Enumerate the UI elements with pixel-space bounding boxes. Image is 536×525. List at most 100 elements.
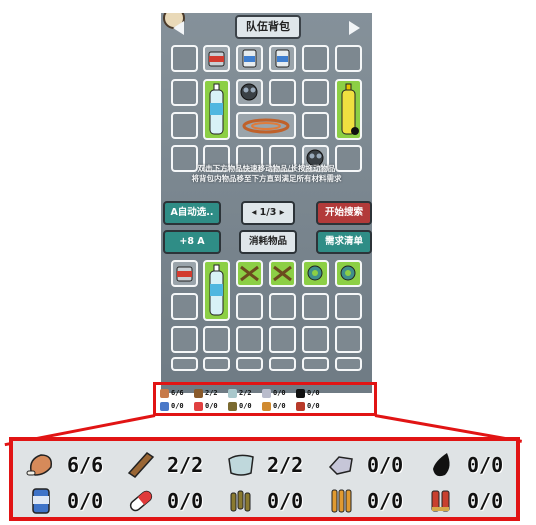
- pill-icon: [129, 490, 153, 512]
- water-bottle-icon: [209, 83, 224, 135]
- ammo-icon: [262, 401, 271, 411]
- backpack-slot[interactable]: [335, 45, 362, 72]
- consumable-slot[interactable]: [335, 293, 362, 320]
- ammo-icon: [331, 489, 352, 513]
- requirement-count: 6/6: [171, 389, 184, 397]
- consumable-slot[interactable]: [171, 293, 198, 320]
- requirement-item: 0/0: [325, 449, 421, 481]
- requirement-item: 0/0: [425, 449, 521, 481]
- cloth-icon: [228, 454, 254, 476]
- requirement-count: 2/2: [239, 389, 252, 397]
- requirement-count: 0/0: [205, 402, 218, 410]
- backpack-slot[interactable]: [171, 112, 198, 139]
- requirement-item: 0/0: [225, 485, 321, 517]
- backpack-slot-water-bottle[interactable]: [203, 79, 230, 140]
- branches-icon: [240, 265, 259, 282]
- consumable-slot[interactable]: [171, 326, 198, 353]
- instruction-line: 将背包内物品移至下方直到满足所有材料需求: [191, 174, 342, 183]
- requirement-count: 0/0: [273, 402, 286, 410]
- consumable-slot[interactable]: [302, 357, 329, 371]
- cloth-icon: [228, 388, 237, 398]
- requirement-count: 0/0: [267, 489, 304, 513]
- jar-icon: [242, 49, 257, 68]
- previous-page-arrow-icon[interactable]: [173, 21, 184, 35]
- consumable-slot-water-bottle[interactable]: [203, 260, 230, 321]
- canned-food-icon: [32, 488, 50, 514]
- requirement-count: 0/0: [367, 453, 404, 477]
- consumable-slot-tape[interactable]: [302, 260, 329, 287]
- consumable-slot-canned-food[interactable]: [171, 260, 198, 287]
- bullets-icon: [230, 490, 251, 512]
- requirement-item: 0/0: [125, 485, 221, 517]
- requirement-item: 2/2: [125, 449, 221, 481]
- backpack-slot[interactable]: [171, 79, 198, 106]
- consumable-slot[interactable]: [203, 357, 230, 371]
- backpack-slot-oil-bottle[interactable]: [335, 79, 362, 140]
- requirement-item: 0/0: [425, 485, 521, 517]
- requirements-row: 6/6 2/2 2/2 0/0 0/0: [25, 447, 525, 483]
- backpack-slot[interactable]: [302, 79, 329, 106]
- oil-bottle-icon: [341, 83, 359, 135]
- mini-requirements-row: 6/6 2/2 2/2 0/0 0/0: [160, 387, 330, 399]
- consumable-slot[interactable]: [302, 326, 329, 353]
- backpack-slot-jar[interactable]: [269, 45, 296, 72]
- consumable-slot[interactable]: [302, 293, 329, 320]
- wood-plank-icon: [194, 388, 203, 398]
- backpack-slot-rope[interactable]: [236, 112, 296, 139]
- requirement-count: 2/2: [267, 453, 304, 477]
- wood-plank-icon: [127, 452, 155, 478]
- canned-food-icon: [160, 401, 169, 411]
- consumable-slot[interactable]: [236, 357, 263, 371]
- consumable-slot[interactable]: [236, 326, 263, 353]
- stone-icon: [262, 388, 271, 398]
- consumable-slot-tape[interactable]: [335, 260, 362, 287]
- water-bottle-icon: [209, 264, 224, 316]
- requirements-highlight-small: 6/6 2/2 2/2 0/0 0/0 0/0 0/0 0/0 0/0 0/0: [153, 382, 377, 416]
- consumable-slot[interactable]: [236, 293, 263, 320]
- video-bonus-button[interactable]: +8 A: [163, 230, 221, 254]
- consumable-slot-branches[interactable]: [269, 260, 296, 287]
- requirement-item: 0/0: [325, 485, 421, 517]
- backpack-slot[interactable]: [302, 45, 329, 72]
- backpack-slot[interactable]: [269, 79, 296, 106]
- requirement-count: 0/0: [171, 402, 184, 410]
- canned-food-icon: [208, 51, 225, 67]
- backpack-slot[interactable]: [171, 45, 198, 72]
- consumables-label: 消耗物品: [239, 230, 297, 254]
- next-page-arrow-icon[interactable]: [349, 21, 360, 35]
- meat-icon: [26, 454, 53, 476]
- requirement-count: 0/0: [67, 489, 104, 513]
- consumable-slot[interactable]: [269, 326, 296, 353]
- oil-drop-icon: [433, 453, 450, 477]
- tape-icon: [307, 265, 323, 281]
- backpack-slot-gas-mask[interactable]: [236, 79, 263, 106]
- oil-drop-icon: [296, 388, 305, 398]
- auto-select-button[interactable]: A自动选..: [163, 201, 221, 225]
- requirements-row: 0/0 0/0 0/0 0/0 0/0: [25, 483, 525, 519]
- consumable-slot[interactable]: [335, 357, 362, 371]
- instruction-line: 双击下方物品快速移动物品/长按拖动物品: [197, 164, 336, 173]
- requirement-count: 0/0: [367, 489, 404, 513]
- start-search-button[interactable]: 开始搜索: [316, 201, 372, 225]
- requirements-zoom-box: 6/6 2/2 2/2 0/0 0/0 0/0 0/0 0/0 0/0 0/0: [9, 437, 520, 521]
- demand-list-button[interactable]: 需求清单: [316, 230, 372, 254]
- jar-icon: [275, 49, 290, 68]
- requirement-count: 6/6: [67, 453, 104, 477]
- consumable-slot[interactable]: [269, 293, 296, 320]
- mini-requirements-row: 0/0 0/0 0/0 0/0 0/0: [160, 400, 330, 412]
- backpack-slot-jar[interactable]: [236, 45, 263, 72]
- backpack-slot-canned-food[interactable]: [203, 45, 230, 72]
- consumable-slot[interactable]: [269, 357, 296, 371]
- backpack-slot[interactable]: [302, 112, 329, 139]
- page-indicator[interactable]: ◂ 1/3 ▸: [241, 201, 295, 225]
- requirement-count: 0/0: [273, 389, 286, 397]
- requirement-count: 0/0: [239, 402, 252, 410]
- requirement-count: 0/0: [467, 489, 504, 513]
- pill-icon: [194, 401, 203, 411]
- consumable-slot-branches[interactable]: [236, 260, 263, 287]
- requirement-item: 6/6: [25, 449, 121, 481]
- consumable-slot[interactable]: [335, 326, 362, 353]
- consumable-slot[interactable]: [171, 357, 198, 371]
- meat-icon: [160, 388, 169, 398]
- consumable-slot[interactable]: [203, 326, 230, 353]
